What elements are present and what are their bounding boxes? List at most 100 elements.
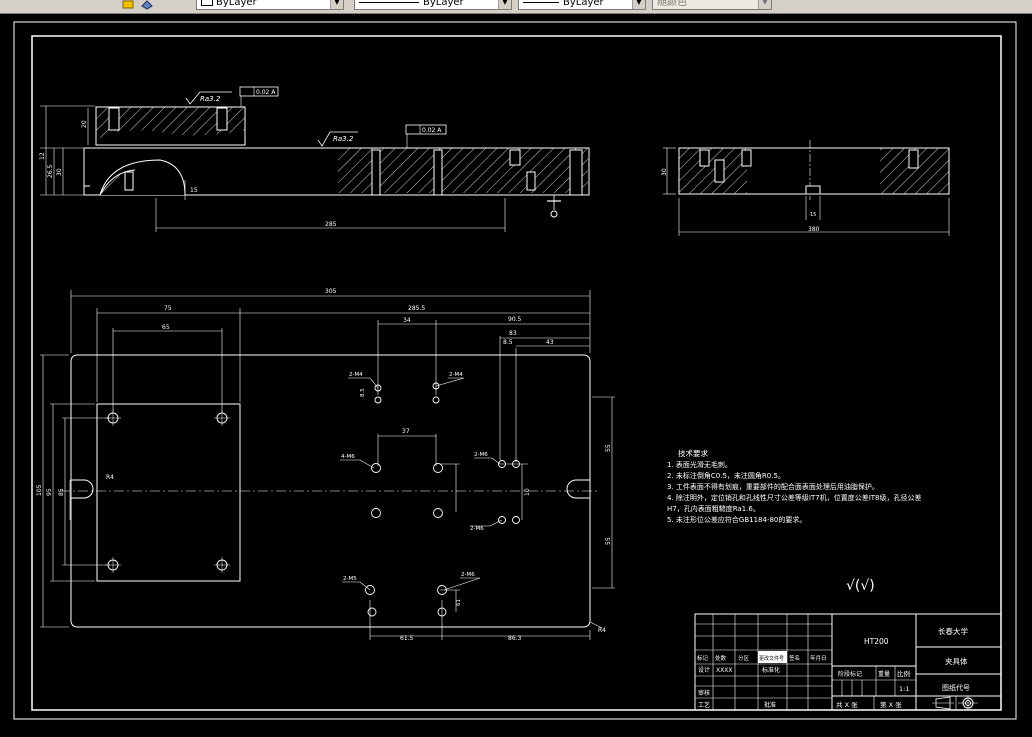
dim-95: 95	[46, 488, 53, 496]
lineweight-preview-icon	[523, 1, 559, 3]
label-61: 61	[456, 599, 462, 606]
material-label: HT200	[864, 637, 889, 646]
dim-86-3: 86.3	[508, 635, 522, 642]
label-8-5: 8.5	[360, 388, 366, 397]
linetype-combo[interactable]: ByLayer ▼	[354, 0, 512, 10]
lineweight-combo-value: ByLayer	[563, 0, 604, 8]
tech-note-line: 2. 未标注倒角C0.5，未注圆角R0.5。	[667, 471, 785, 480]
plotstyle-combo-value: 随颜色	[657, 0, 687, 8]
scale-value: 1:1	[899, 685, 909, 693]
chevron-down-icon: ▼	[758, 0, 771, 9]
label-4m6: 4-M6	[341, 454, 355, 460]
tech-notes-title: 技术要求	[678, 448, 708, 458]
school-label: 长春大学	[938, 626, 968, 636]
dim-30-side: 30	[661, 168, 668, 176]
dim-61-5: 61.5	[400, 635, 414, 642]
dim-37: 37	[402, 428, 410, 435]
technical-requirements: 技术要求 1. 表面光滑无毛刺。 2. 未标注倒角C0.5，未注圆角R0.5。 …	[667, 448, 922, 594]
dim-85: 85	[58, 488, 65, 496]
chevron-down-icon[interactable]: ▼	[498, 0, 511, 9]
scale-header: 比例	[897, 669, 910, 678]
tech-note-line: 5. 未注形位公差应符合GB1184-80的要求。	[667, 515, 806, 524]
dim-55a: 55	[605, 444, 612, 452]
dim-380: 380	[808, 226, 820, 233]
properties-toolbar: ByLayer ▼ ByLayer ▼ ByLayer ▼ 随颜色 ▼	[0, 0, 1032, 14]
dim-26-5: 26.5	[47, 164, 54, 178]
color-combo-value: ByLayer	[216, 0, 257, 8]
approve-label: 批准	[764, 701, 776, 709]
status-strip	[0, 733, 1032, 737]
dim-285-5: 285.5	[408, 305, 425, 312]
general-roughness-symbol: √(√)	[846, 578, 875, 594]
dim-34: 34	[403, 317, 411, 324]
dim-305: 305	[325, 288, 337, 295]
drawing-canvas[interactable]: Ra3.2 Ra3.2 0.02 A 0.02 A 285 15 12 26.5…	[0, 13, 1032, 733]
part-name-label: 夹具体	[945, 656, 968, 666]
stage-mark-header: 阶段标记	[838, 670, 862, 678]
dim-43: 43	[546, 339, 554, 346]
flatness-label-base: 0.02 A	[422, 127, 442, 134]
dim-15b: 15	[810, 212, 816, 218]
row-label-date: 年月日	[810, 654, 827, 662]
standardize-label: 标准化	[762, 666, 780, 674]
plan-view	[40, 290, 615, 640]
dim-r4-corner: R4	[598, 627, 606, 634]
chevron-down-icon[interactable]: ▼	[632, 0, 645, 9]
dim-10: 10	[524, 488, 531, 496]
tech-note-line: 1. 表面光滑无毛刺。	[667, 460, 732, 469]
row-label-change-doc: 更改文件号	[759, 655, 784, 662]
dim-8-5: 8.5	[503, 339, 513, 346]
label-2m4-left: 2-M4	[349, 372, 363, 378]
dim-20: 20	[81, 120, 88, 128]
label-2m6-bottom: 2-M6	[461, 572, 475, 578]
lineweight-combo[interactable]: ByLayer ▼	[518, 0, 646, 10]
plotstyle-combo: 随颜色 ▼	[652, 0, 772, 10]
dim-65: 65	[162, 324, 170, 331]
linetype-preview-icon	[359, 1, 419, 3]
chevron-down-icon[interactable]: ▼	[330, 0, 343, 9]
drawing-code-label: 图纸代号	[942, 683, 970, 692]
color-combo[interactable]: ByLayer ▼	[196, 0, 344, 10]
layer-previous-icon[interactable]	[140, 0, 154, 10]
flatness-label-upper: 0.02 A	[256, 89, 276, 96]
tech-note-line: 4. 除注明外，定位销孔和孔线性尺寸公差等级IT7机，位置度公差IT8级，孔径公…	[667, 493, 922, 502]
sheets-total: 共 X 张	[836, 700, 858, 709]
dim-30: 30	[56, 168, 63, 176]
hole-m6-br	[214, 557, 230, 573]
label-2m4-right: 2-M4	[449, 372, 463, 378]
dim-15: 15	[190, 187, 198, 194]
design-label: 设计	[698, 666, 710, 674]
label-2m6-lower: 2-M6	[470, 526, 484, 532]
row-label-count: 处数	[715, 654, 727, 662]
process-label: 工艺	[698, 701, 710, 709]
side-section-view	[663, 140, 950, 236]
dim-83: 83	[509, 330, 517, 337]
hole-m6-bl	[105, 557, 121, 573]
design-name: XXXX	[716, 667, 732, 674]
drawing-frame	[31, 35, 1002, 711]
dim-55b: 55	[605, 537, 612, 545]
layer-state-icon[interactable]	[122, 0, 136, 9]
linetype-combo-value: ByLayer	[423, 0, 464, 8]
dim-r4-slot: R4	[106, 474, 114, 481]
row-label-signature: 签名	[789, 654, 800, 662]
hole-m6-tl	[105, 410, 121, 426]
dim-12: 12	[39, 152, 46, 160]
label-2m6-upper: 2-M6	[474, 452, 488, 458]
tech-note-line: H7，孔内表面粗糙度Ra1.6。	[667, 504, 760, 513]
sheet-number: 第 X 张	[880, 700, 902, 709]
front-section-view	[40, 86, 590, 232]
review-label: 审核	[698, 689, 710, 697]
dim-285: 285	[325, 221, 337, 228]
row-label-zone: 分区	[738, 654, 750, 662]
row-label-mark: 标记	[697, 654, 709, 662]
tech-note-line: 3. 工件表面不得有划痕，重要部件的配合面表面处理后用油脂保护。	[667, 482, 879, 491]
dim-75: 75	[164, 305, 172, 312]
color-swatch-icon	[201, 0, 213, 6]
weight-header: 重量	[878, 670, 890, 678]
dim-105: 105	[36, 484, 43, 496]
roughness-label-base: Ra3.2	[333, 135, 354, 143]
label-2m5: 2-M5	[343, 576, 357, 582]
hole-m6-tr	[214, 410, 230, 426]
dim-90-5: 90.5	[508, 316, 522, 323]
